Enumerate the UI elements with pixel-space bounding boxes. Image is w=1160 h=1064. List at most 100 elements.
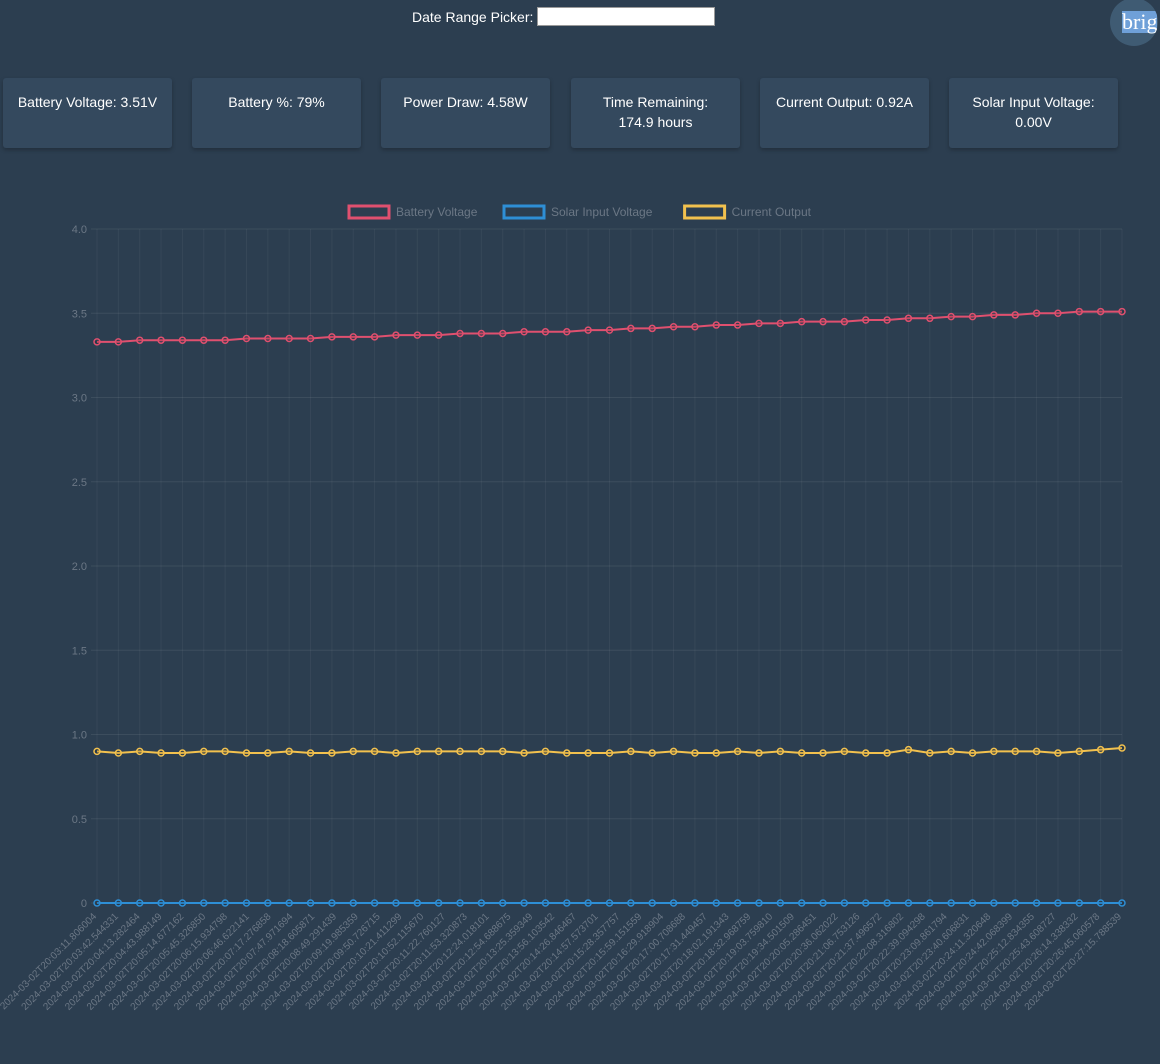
data-point [264,334,272,343]
data-point [968,899,977,907]
data-point [264,899,272,907]
data-point [135,336,144,344]
data-point [862,749,870,757]
data-point [990,311,998,319]
data-point [285,899,293,907]
data-point [242,749,251,757]
data-point [1075,307,1084,316]
avatar-text: brig [1122,9,1158,34]
legend-label: Current Output [732,205,812,219]
data-point [990,747,998,756]
card-label: Battery Voltage: 3.51V [17,94,158,110]
data-point [413,747,422,756]
card-battery-voltage: Battery Voltage: 3.51V [3,78,172,148]
data-point [1096,899,1105,907]
data-point [776,747,785,756]
data-point [520,899,528,907]
data-point [862,899,870,907]
data-point [434,899,443,907]
data-point [328,749,336,757]
date-range-input[interactable] [537,7,716,26]
data-point [1096,307,1105,316]
data-point [648,749,656,757]
data-point [456,899,464,907]
data-point [883,749,891,757]
data-point [627,747,635,756]
card-label: Current Output: 0.92A [776,94,913,110]
data-point [541,899,550,907]
data-point [648,324,656,333]
data-point [1054,749,1062,757]
data-point [733,747,742,756]
legend-swatch [502,204,546,220]
data-point [840,317,849,326]
data-point [712,899,721,907]
card-power-draw: Power Draw: 4.58W [381,78,550,148]
data-point [157,336,165,344]
line-chart: 00.51.01.52.02.53.03.54.02024-03-02T20:0… [0,204,1126,1013]
data-point [584,749,592,757]
data-point [605,326,614,334]
data-point [776,899,785,907]
y-tick-label: 1.5 [72,645,87,657]
data-point [947,312,955,321]
legend-swatch [347,204,391,220]
data-point [947,899,955,907]
data-point [733,321,742,329]
data-point [926,749,934,757]
avatar[interactable]: brig [1110,0,1158,46]
data-point [883,899,891,907]
data-point [498,329,507,338]
y-tick-label: 2.0 [72,561,87,573]
data-point [306,334,315,343]
data-point [755,319,763,328]
data-point [1054,309,1062,317]
data-point [456,747,464,756]
data-point [520,749,528,757]
data-point [114,749,123,757]
data-point [456,329,464,338]
data-point [200,899,208,907]
y-tick-label: 1.0 [72,730,87,742]
data-point [968,749,977,757]
data-point [221,336,229,344]
data-point [370,747,379,756]
data-point [157,749,165,757]
data-point [413,331,422,339]
data-point [349,747,357,756]
card-current-output: Current Output: 0.92A [760,78,929,148]
data-point [1032,899,1041,907]
data-point [733,899,742,907]
y-tick-label: 2.5 [72,477,87,489]
data-point [178,749,187,757]
data-point [370,899,379,907]
data-point [904,745,913,754]
y-tick-label: 3.5 [72,308,87,320]
data-point [691,322,699,331]
data-point [1054,899,1062,907]
data-point [498,747,507,756]
data-point [862,316,870,324]
data-point [392,899,400,907]
data-point [1096,745,1105,754]
data-point [370,333,379,341]
data-point [221,899,229,907]
data-point [1011,311,1019,319]
data-point [477,747,486,756]
data-point [242,899,251,907]
y-tick-label: 0.5 [72,814,87,826]
data-point [541,328,550,336]
y-tick-label: 3.0 [72,393,87,405]
data-point [584,899,592,907]
data-point [605,749,614,757]
data-point [178,899,187,907]
data-point [840,899,849,907]
y-tick-label: 0 [81,898,87,910]
data-point [797,749,806,757]
data-point [990,899,998,907]
card-label: Time Remaining: 174.9 hours [602,94,709,130]
data-point [669,899,678,907]
stats-cards: Battery Voltage: 3.51V Battery %: 79% Po… [3,78,1160,148]
data-point [669,747,678,756]
data-point [477,329,486,338]
